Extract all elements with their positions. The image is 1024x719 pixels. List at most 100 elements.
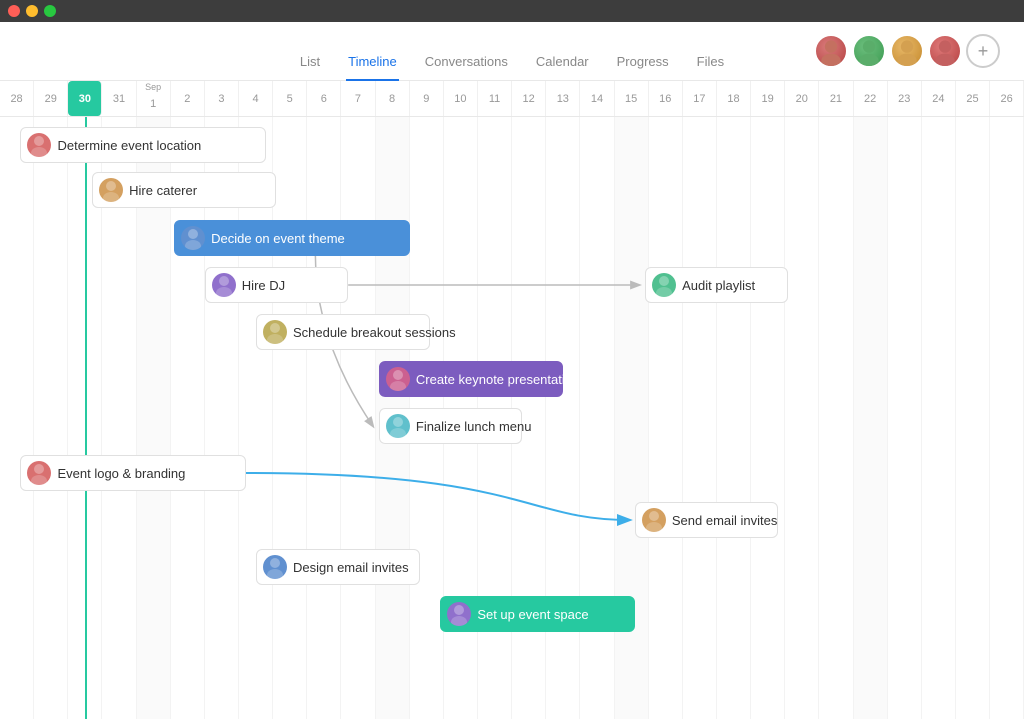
date-cell-6: 6 bbox=[307, 81, 341, 116]
grid-col-8 bbox=[273, 117, 307, 719]
task-label-t9: Event logo & branding bbox=[57, 466, 185, 481]
task-avatar-t3 bbox=[181, 226, 205, 250]
date-cell-31: 31 bbox=[102, 81, 136, 116]
task-label-t11: Design email invites bbox=[293, 560, 409, 575]
header: + bbox=[0, 22, 1024, 38]
grid-col-21 bbox=[717, 117, 751, 719]
maximize-button[interactable] bbox=[44, 5, 56, 17]
task-t10[interactable]: Send email invites bbox=[635, 502, 778, 538]
tab-progress[interactable]: Progress bbox=[615, 48, 671, 81]
task-avatar-t8 bbox=[386, 414, 410, 438]
date-cell-8: 8 bbox=[376, 81, 410, 116]
task-t12[interactable]: Set up event space bbox=[440, 596, 635, 632]
titlebar bbox=[0, 0, 1024, 22]
today-line bbox=[85, 117, 87, 719]
task-label-t8: Finalize lunch menu bbox=[416, 419, 532, 434]
task-avatar-t2 bbox=[99, 178, 123, 202]
task-t2[interactable]: Hire caterer bbox=[92, 172, 276, 208]
date-cell-24: 24 bbox=[922, 81, 956, 116]
task-avatar-t4 bbox=[212, 273, 236, 297]
grid-col-0 bbox=[0, 117, 34, 719]
grid-col-26 bbox=[888, 117, 922, 719]
date-cell-15: 15 bbox=[615, 81, 649, 116]
minimize-button[interactable] bbox=[26, 5, 38, 17]
date-cell-23: 23 bbox=[888, 81, 922, 116]
avatar-3[interactable] bbox=[890, 34, 924, 68]
date-cell-28: 28 bbox=[0, 81, 34, 116]
date-cell-26: 26 bbox=[990, 81, 1024, 116]
date-cell-5: 5 bbox=[273, 81, 307, 116]
date-cell-25: 25 bbox=[956, 81, 990, 116]
task-label-t7: Create keynote presentation bbox=[416, 372, 579, 387]
date-cell-9: 9 bbox=[410, 81, 444, 116]
tab-files[interactable]: Files bbox=[695, 48, 726, 81]
task-avatar-t11 bbox=[263, 555, 287, 579]
tab-calendar[interactable]: Calendar bbox=[534, 48, 591, 81]
task-t1[interactable]: Determine event location bbox=[20, 127, 266, 163]
tab-conversations[interactable]: Conversations bbox=[423, 48, 510, 81]
grid-col-24 bbox=[819, 117, 853, 719]
date-ruler: 28293031Sep12345678910111213141516171819… bbox=[0, 81, 1024, 117]
date-cell-10: 10 bbox=[444, 81, 478, 116]
task-label-t1: Determine event location bbox=[57, 138, 201, 153]
date-cell-29: 29 bbox=[34, 81, 68, 116]
grid-col-19 bbox=[649, 117, 683, 719]
date-cell-16: 16 bbox=[649, 81, 683, 116]
task-t8[interactable]: Finalize lunch menu bbox=[379, 408, 522, 444]
grid-col-28 bbox=[956, 117, 990, 719]
date-cell-21: 21 bbox=[819, 81, 853, 116]
grid-col-9 bbox=[307, 117, 341, 719]
grid-col-23 bbox=[785, 117, 819, 719]
grid-col-29 bbox=[990, 117, 1024, 719]
date-cell-18: 18 bbox=[717, 81, 751, 116]
grid-col-20 bbox=[683, 117, 717, 719]
grid-col-25 bbox=[854, 117, 888, 719]
task-label-t12: Set up event space bbox=[477, 607, 588, 622]
task-label-t5: Audit playlist bbox=[682, 278, 755, 293]
task-label-t10: Send email invites bbox=[672, 513, 778, 528]
task-avatar-t12 bbox=[447, 602, 471, 626]
app-shell: + List Timeline Conversations Calendar P… bbox=[0, 22, 1024, 719]
date-cell-11: 11 bbox=[478, 81, 512, 116]
date-cell-7: 7 bbox=[341, 81, 375, 116]
tab-list[interactable]: List bbox=[298, 48, 322, 81]
task-label-t6: Schedule breakout sessions bbox=[293, 325, 456, 340]
avatar-1[interactable] bbox=[814, 34, 848, 68]
date-cell-13: 13 bbox=[546, 81, 580, 116]
close-button[interactable] bbox=[8, 5, 20, 17]
avatar-2[interactable] bbox=[852, 34, 886, 68]
task-label-t4: Hire DJ bbox=[242, 278, 285, 293]
avatar-group: + bbox=[814, 34, 1000, 68]
date-cell-2: 2 bbox=[171, 81, 205, 116]
task-label-t3: Decide on event theme bbox=[211, 231, 345, 246]
date-cell-3: 3 bbox=[205, 81, 239, 116]
task-avatar-t5 bbox=[652, 273, 676, 297]
task-t6[interactable]: Schedule breakout sessions bbox=[256, 314, 430, 350]
task-t4[interactable]: Hire DJ bbox=[205, 267, 348, 303]
task-t7[interactable]: Create keynote presentation bbox=[379, 361, 563, 397]
date-cell-17: 17 bbox=[683, 81, 717, 116]
date-cell-12: 12 bbox=[512, 81, 546, 116]
task-t11[interactable]: Design email invites bbox=[256, 549, 420, 585]
grid-col-22 bbox=[751, 117, 785, 719]
task-avatar-t6 bbox=[263, 320, 287, 344]
grid-col-27 bbox=[922, 117, 956, 719]
date-cell-14: 14 bbox=[580, 81, 614, 116]
date-cell-1: Sep1 bbox=[137, 81, 171, 116]
grid-col-10 bbox=[341, 117, 375, 719]
date-cell-20: 20 bbox=[785, 81, 819, 116]
date-cell-22: 22 bbox=[854, 81, 888, 116]
add-member-button[interactable]: + bbox=[966, 34, 1000, 68]
date-cell-19: 19 bbox=[751, 81, 785, 116]
tab-timeline[interactable]: Timeline bbox=[346, 48, 399, 81]
task-t3[interactable]: Decide on event theme bbox=[174, 220, 410, 256]
date-cell-4: 4 bbox=[239, 81, 273, 116]
gantt-area: Determine event location Hire caterer Deci… bbox=[0, 117, 1024, 719]
avatar-4[interactable] bbox=[928, 34, 962, 68]
date-cell-30: 30 bbox=[68, 81, 102, 116]
grid-col-1 bbox=[34, 117, 68, 719]
task-t5[interactable]: Audit playlist bbox=[645, 267, 788, 303]
task-avatar-t1 bbox=[27, 133, 51, 157]
timeline-container: 28293031Sep12345678910111213141516171819… bbox=[0, 81, 1024, 719]
task-t9[interactable]: Event logo & branding bbox=[20, 455, 245, 491]
